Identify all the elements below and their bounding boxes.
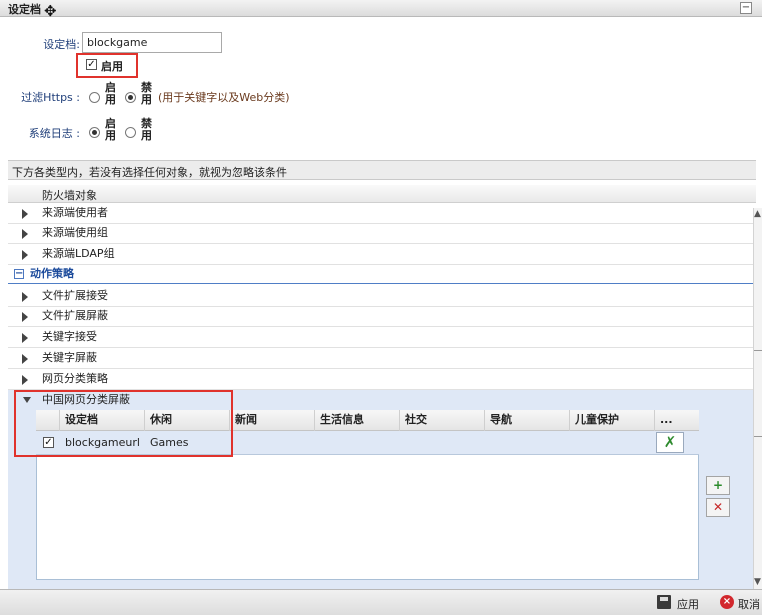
grid-header-child-protect[interactable]: 儿童保护 [570, 410, 655, 431]
tree-item-keyword-accept[interactable]: 关键字接受 [8, 327, 756, 348]
tree-item-label: 网页分类策略 [42, 372, 108, 385]
tree-item-source-group[interactable]: 来源端使用组 [8, 223, 756, 244]
window-title-bar [0, 0, 762, 17]
section-action-policy[interactable]: − 动作策略 [8, 265, 756, 284]
syslog-enable-radio[interactable] [89, 127, 100, 138]
https-disable-label: 禁用 [141, 81, 152, 106]
tools-icon[interactable]: ✗ [656, 432, 684, 453]
syslog-enable-label: 启用 [105, 117, 116, 142]
section-collapse-icon[interactable]: − [14, 269, 24, 279]
tree-item-label: 关键字屏蔽 [42, 351, 97, 364]
info-bar: 下方各类型内，若没有选择任何对象，就视为忽略该条件 [8, 160, 756, 180]
expand-arrow-icon[interactable] [22, 229, 28, 239]
window-title: 设定档 [8, 3, 41, 16]
section-title: 动作策略 [30, 267, 74, 280]
tree-item-label: 来源端使用组 [42, 226, 108, 239]
expand-arrow-icon[interactable] [22, 209, 28, 219]
scroll-down-icon[interactable]: ▼ [754, 577, 761, 587]
tree-item-keyword-block[interactable]: 关键字屏蔽 [8, 348, 756, 369]
https-note: (用于关键字以及Web分类) [158, 91, 290, 104]
tree-header: 防火墙对象 [8, 185, 756, 203]
enable-label: 启用 [101, 60, 123, 73]
tree-item-source-user[interactable]: 来源端使用者 [8, 203, 756, 224]
footer-bar [0, 589, 762, 615]
profile-name-input[interactable] [82, 32, 222, 53]
scroll-thumb-mark[interactable] [754, 350, 762, 351]
cancel-button[interactable]: 取消 [738, 596, 760, 612]
tree-item-file-ext-block[interactable]: 文件扩展屏蔽 [8, 306, 756, 327]
https-enable-label: 启用 [105, 81, 116, 106]
syslog-label: 系统日志 : [28, 127, 80, 140]
profile-name-label: 设定档: [43, 38, 80, 51]
filter-https-label: 过滤Https : [21, 91, 80, 104]
https-disable-radio[interactable] [125, 92, 136, 103]
collapse-button[interactable]: − [740, 2, 752, 14]
expand-arrow-icon[interactable] [22, 354, 28, 364]
save-icon[interactable] [657, 595, 671, 609]
tree-item-label: 文件扩展屏蔽 [42, 309, 108, 322]
tree-item-label: 文件扩展接受 [42, 289, 108, 302]
enable-checkbox[interactable]: ✓ [86, 59, 97, 70]
grid-header-life-info[interactable]: 生活信息 [315, 410, 400, 431]
expand-arrow-icon[interactable] [22, 312, 28, 322]
grid-header-more[interactable]: ... [655, 410, 699, 431]
tree-item-file-ext-accept[interactable]: 文件扩展接受 [8, 286, 756, 307]
expand-arrow-icon[interactable] [22, 375, 28, 385]
https-enable-radio[interactable] [89, 92, 100, 103]
expand-arrow-icon[interactable] [22, 292, 28, 302]
expand-arrow-icon[interactable] [22, 250, 28, 260]
grid-header-social[interactable]: 社交 [400, 410, 485, 431]
tree-item-label: 关键字接受 [42, 330, 97, 343]
tree-item-source-ldap-group[interactable]: 来源端LDAP组 [8, 244, 756, 265]
syslog-disable-label: 禁用 [141, 117, 152, 142]
scroll-up-icon[interactable]: ▲ [754, 209, 761, 219]
move-icon[interactable]: ✥ [44, 4, 57, 19]
grid-highlight-box [14, 390, 233, 457]
cancel-icon[interactable]: × [720, 595, 734, 609]
scroll-thumb-mark[interactable] [754, 436, 762, 437]
tree-item-label: 来源端使用者 [42, 206, 108, 219]
apply-button[interactable]: 应用 [677, 596, 699, 612]
tree-item-label: 来源端LDAP组 [42, 247, 115, 260]
add-icon[interactable]: + [706, 476, 730, 495]
grid-header-navigation[interactable]: 导航 [485, 410, 570, 431]
delete-icon[interactable]: ✕ [706, 498, 730, 517]
syslog-disable-radio[interactable] [125, 127, 136, 138]
expand-arrow-icon[interactable] [22, 333, 28, 343]
tree-item-web-category-policy[interactable]: 网页分类策略 [8, 369, 756, 390]
grid-header-news[interactable]: 新闻 [230, 410, 315, 431]
vertical-scrollbar[interactable] [753, 208, 762, 589]
